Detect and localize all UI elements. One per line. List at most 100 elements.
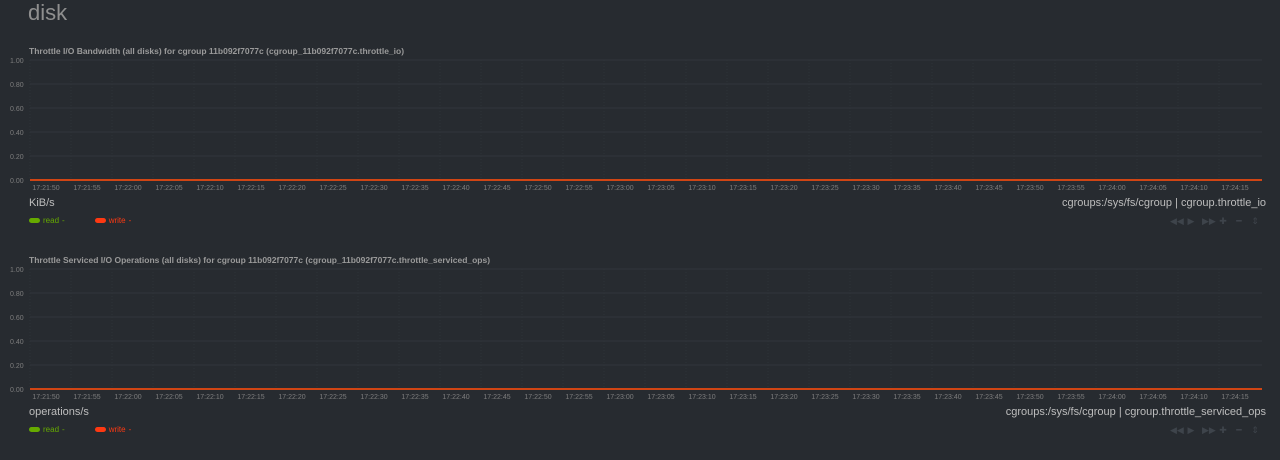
x-tick-label: 17:22:15 [237, 185, 264, 192]
legend-swatch-read [29, 427, 40, 432]
x-tick-label: 17:22:20 [278, 394, 305, 401]
x-tick-label: 17:23:30 [852, 394, 879, 401]
x-tick-label: 17:23:45 [975, 185, 1002, 192]
resize-icon[interactable]: ⇕ [1250, 217, 1260, 227]
chart-source: cgroups:/sys/fs/cgroup | cgroup.throttle… [1005, 406, 1266, 418]
x-tick-label: 17:22:10 [196, 185, 223, 192]
x-tick-label: 17:24:05 [1139, 394, 1166, 401]
x-tick-label: 17:23:35 [893, 394, 920, 401]
y-tick-label: 0.40 [10, 130, 24, 137]
x-tick-label: 17:22:50 [524, 185, 551, 192]
y-tick-label: 0.60 [10, 106, 24, 113]
y-tick-label: 0.80 [10, 291, 24, 298]
chart-source: cgroups:/sys/fs/cgroup | cgroup.throttle… [1061, 197, 1266, 209]
x-tick-label: 17:23:10 [688, 185, 715, 192]
x-tick-label: 17:23:15 [729, 394, 756, 401]
chart-legend: read - write - [29, 216, 131, 225]
x-tick-label: 17:22:00 [114, 185, 141, 192]
y-tick-label: 0.00 [10, 178, 24, 185]
x-tick-label: 17:23:30 [852, 185, 879, 192]
legend-label-read: read [43, 425, 60, 434]
play-icon[interactable]: ▶ [1186, 426, 1196, 436]
y-tick-label: 0.00 [10, 387, 24, 394]
x-tick-label: 17:23:00 [606, 185, 633, 192]
x-tick-label: 17:24:15 [1221, 185, 1248, 192]
legend-swatch-write [94, 218, 106, 223]
y-tick-label: 0.60 [10, 315, 24, 322]
x-tick-label: 17:23:10 [688, 394, 715, 401]
x-tick-label: 17:23:25 [811, 394, 838, 401]
backward-icon[interactable]: ◀◀ [1170, 217, 1184, 227]
x-tick-label: 17:22:45 [483, 394, 510, 401]
legend-item-read[interactable]: read - [29, 425, 65, 434]
backward-icon[interactable]: ◀◀ [1170, 426, 1184, 436]
x-tick-label: 17:23:45 [975, 394, 1002, 401]
y-tick-label: 0.20 [10, 363, 24, 370]
x-tick-label: 17:22:00 [114, 394, 141, 401]
x-tick-label: 17:23:20 [770, 394, 797, 401]
x-tick-label: 17:22:40 [442, 185, 469, 192]
x-tick-label: 17:23:40 [934, 394, 961, 401]
chart-plot[interactable]: 1.00 0.80 0.60 0.40 0.20 0.00 17:21:50 17:21:55… [0, 46, 1280, 196]
x-tick-label: 17:24:15 [1221, 394, 1248, 401]
x-tick-label: 17:23:50 [1016, 394, 1043, 401]
chart-throttle-serviced-ops[interactable]: Throttle Serviced I/O Operations (all di… [0, 255, 1280, 460]
chart-legend: read - write - [29, 425, 131, 434]
y-tick-label: 1.00 [10, 267, 24, 274]
x-tick-label: 17:23:15 [729, 185, 756, 192]
chart-units: operations/s [29, 406, 89, 418]
forward-icon[interactable]: ▶▶ [1202, 217, 1216, 227]
legend-value-read: - [62, 216, 65, 225]
chart-throttle-io[interactable]: Throttle I/O Bandwidth (all disks) for c… [0, 46, 1280, 251]
x-tick-label: 17:24:05 [1139, 185, 1166, 192]
x-tick-label: 17:24:00 [1098, 394, 1125, 401]
chart-toolbox: ◀◀ ▶ ▶▶ ✚ ━ ⇕ [1170, 426, 1260, 436]
legend-value-write: - [128, 216, 132, 225]
x-tick-label: 17:21:55 [73, 394, 100, 401]
x-tick-label: 17:22:20 [278, 185, 305, 192]
x-tick-label: 17:23:55 [1057, 185, 1084, 192]
x-tick-label: 17:22:10 [196, 394, 223, 401]
y-tick-label: 1.00 [10, 58, 24, 65]
x-tick-label: 17:22:40 [442, 394, 469, 401]
forward-icon[interactable]: ▶▶ [1202, 426, 1216, 436]
x-tick-label: 17:22:05 [155, 185, 182, 192]
x-tick-label: 17:22:35 [401, 185, 428, 192]
x-tick-label: 17:22:15 [237, 394, 264, 401]
legend-item-write[interactable]: write - [94, 425, 132, 434]
x-tick-label: 17:23:40 [934, 185, 961, 192]
x-tick-label: 17:22:05 [155, 394, 182, 401]
legend-label-write: write [108, 216, 126, 225]
x-tick-label: 17:23:25 [811, 185, 838, 192]
legend-swatch-write [94, 427, 106, 432]
x-tick-label: 17:21:50 [32, 185, 59, 192]
legend-item-read[interactable]: read - [29, 216, 65, 225]
zoom-out-icon[interactable]: ━ [1234, 217, 1244, 227]
zoom-out-icon[interactable]: ━ [1234, 426, 1244, 436]
x-tick-label: 17:23:55 [1057, 394, 1084, 401]
legend-item-write[interactable]: write - [94, 216, 132, 225]
x-tick-label: 17:24:10 [1180, 185, 1207, 192]
x-tick-label: 17:23:05 [647, 185, 674, 192]
chart-plot[interactable]: 1.00 0.80 0.60 0.40 0.20 0.00 17:21:50 17:21:55… [0, 255, 1280, 405]
legend-value-write: - [128, 425, 132, 434]
zoom-in-icon[interactable]: ✚ [1218, 426, 1228, 436]
x-tick-label: 17:23:35 [893, 185, 920, 192]
chart-units: KiB/s [29, 197, 55, 209]
x-tick-label: 17:22:35 [401, 394, 428, 401]
x-tick-label: 17:23:00 [606, 394, 633, 401]
y-tick-label: 0.40 [10, 339, 24, 346]
resize-icon[interactable]: ⇕ [1250, 426, 1260, 436]
y-tick-label: 0.80 [10, 82, 24, 89]
y-tick-label: 0.20 [10, 154, 24, 161]
legend-value-read: - [62, 425, 65, 434]
legend-label-write: write [108, 425, 126, 434]
x-tick-label: 17:22:30 [360, 394, 387, 401]
x-tick-label: 17:21:50 [32, 394, 59, 401]
zoom-in-icon[interactable]: ✚ [1218, 217, 1228, 227]
play-icon[interactable]: ▶ [1186, 217, 1196, 227]
x-tick-label: 17:22:25 [319, 394, 346, 401]
x-tick-label: 17:24:00 [1098, 185, 1125, 192]
x-tick-label: 17:22:25 [319, 185, 346, 192]
x-tick-label: 17:22:55 [565, 394, 592, 401]
